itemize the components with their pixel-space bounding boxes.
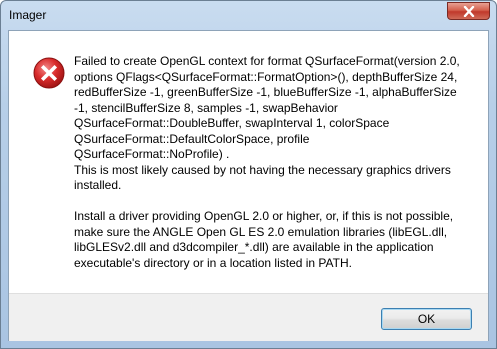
- close-icon: [463, 6, 475, 17]
- dialog-body: Failed to create OpenGL context for form…: [8, 30, 489, 341]
- error-message: Failed to create OpenGL context for form…: [74, 54, 479, 271]
- close-button[interactable]: [447, 2, 490, 20]
- window-title: Imager: [9, 8, 47, 22]
- button-bar: OK: [9, 293, 488, 341]
- message-paragraph-2: Install a driver providing OpenGL 2.0 or…: [74, 209, 454, 270]
- dialog-window: Imager Failed to create OpenGL context f…: [0, 0, 497, 349]
- message-paragraph-1: Failed to create OpenGL context for form…: [74, 54, 460, 192]
- title-bar[interactable]: Imager: [1, 1, 496, 29]
- ok-button[interactable]: OK: [381, 308, 472, 330]
- error-icon: [33, 57, 65, 89]
